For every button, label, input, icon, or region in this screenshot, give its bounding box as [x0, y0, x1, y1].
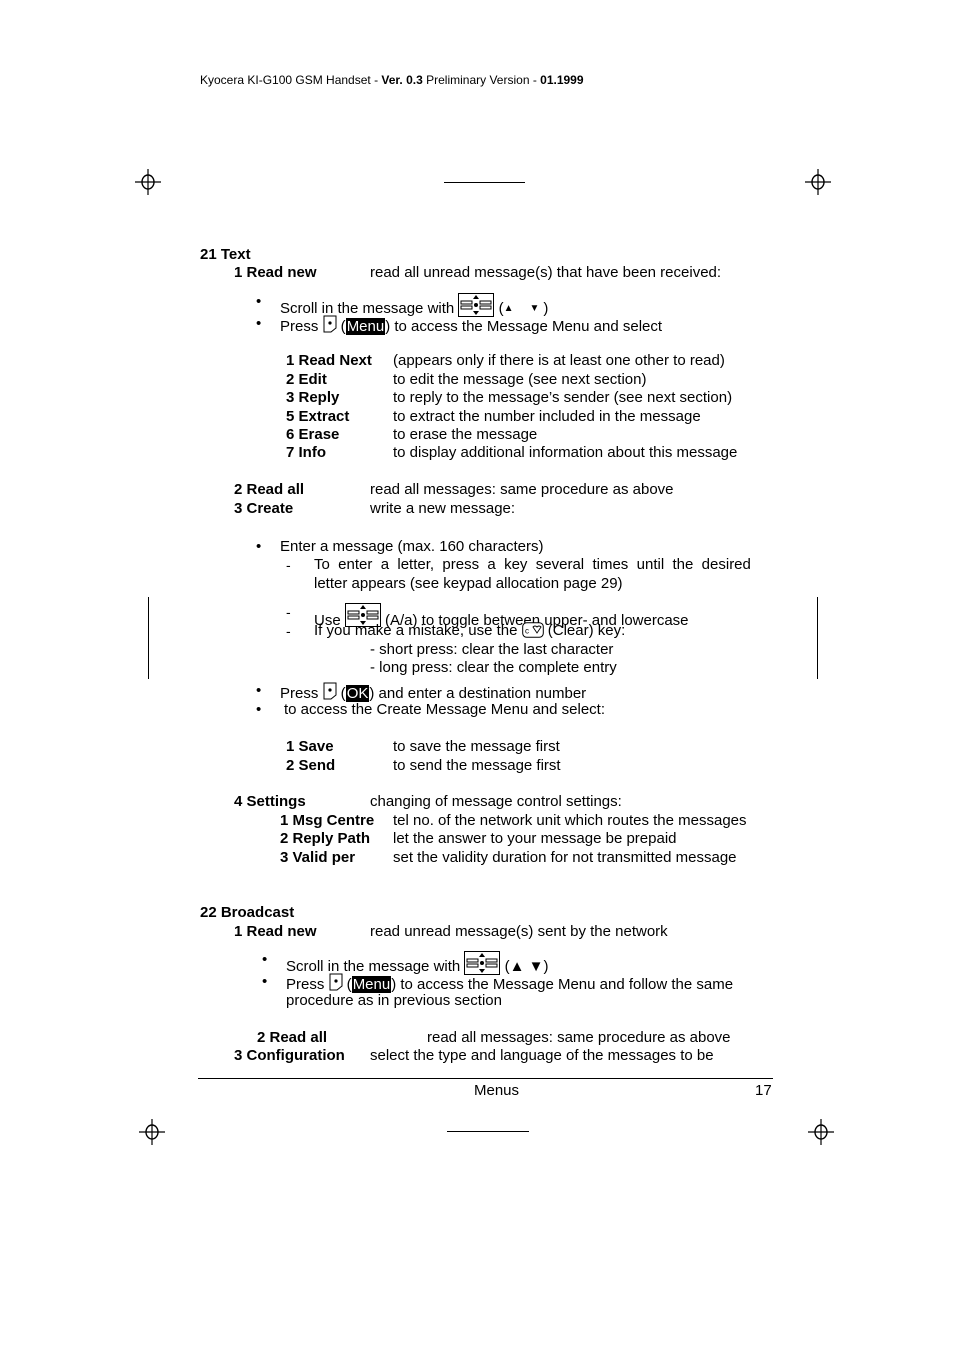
bullet: • [262, 973, 268, 990]
paren-open: ( [336, 318, 346, 335]
submenu-desc: to reply to the message’s sender (see ne… [393, 389, 733, 406]
press-menu-instruction: Press (Menu) to access the Message Menu … [286, 973, 733, 994]
item-label-settings: 4 Settings [234, 793, 306, 810]
item-desc-read-all: read all messages: same procedure as abo… [427, 1029, 731, 1046]
dash: - [286, 557, 291, 573]
submenu-label: 2 Edit [286, 371, 327, 388]
settings-desc: let the answer to your message be prepai… [393, 830, 677, 847]
registration-mark-icon [139, 1119, 165, 1145]
settings-desc: set the validity duration for not transm… [393, 849, 737, 866]
footer-rule [198, 1078, 773, 1079]
paren-open: ( [342, 976, 352, 993]
press-menu-text: ) to access the Message Menu and select [385, 318, 663, 335]
paren-open: ( [336, 685, 346, 702]
submenu-label: 3 Reply [286, 389, 340, 406]
arrow-up-icon: ▲ [503, 303, 514, 314]
settings-label: 2 Reply Path [280, 830, 371, 847]
soft-key-icon [323, 682, 337, 700]
navigation-key-icon [458, 293, 494, 317]
crop-mark-line [444, 182, 525, 183]
side-mark-left [148, 597, 149, 679]
item-label-read-all: 2 Read all [257, 1029, 328, 1046]
submenu-desc: (appears only if there is at least one o… [393, 352, 725, 369]
bullet: • [256, 315, 262, 332]
press-text: Press [280, 685, 323, 702]
submenu-label: 5 Extract [286, 408, 350, 425]
item-desc-read-new: read all unread message(s) that have bee… [370, 264, 722, 281]
header-middle: Preliminary Version - [422, 73, 541, 87]
header-date: 01.1999 [540, 73, 584, 87]
mistake-text: If you make a mistake, use the [314, 622, 522, 639]
item-label-read-new: 1 Read new [234, 264, 317, 281]
bullet: • [256, 538, 262, 555]
registration-mark-icon [135, 169, 161, 195]
header-version: Ver. 0.3 [381, 73, 423, 87]
press-ok-text: ) and enter a destination number [369, 685, 587, 702]
side-mark-right [817, 597, 818, 679]
clear-key-text: (Clear) key: [543, 622, 626, 639]
submenu-label: 1 Read Next [286, 352, 372, 369]
settings-label: 3 Valid per [280, 849, 356, 866]
item-desc-create: write a new message: [370, 500, 516, 517]
registration-mark-icon [808, 1119, 834, 1145]
settings-desc: tel no. of the network unit which routes… [393, 812, 747, 829]
item-desc-read-new: read unread message(s) sent by the netwo… [370, 923, 668, 940]
navigation-key-icon [464, 951, 500, 975]
submenu-desc: to edit the message (see next section) [393, 371, 647, 388]
footer-section: Menus [474, 1082, 520, 1099]
ok-key-label: OK [345, 685, 370, 702]
bullet: • [262, 951, 268, 968]
create-menu-text: to access the Create Message Menu and se… [284, 701, 606, 718]
submenu-label: 6 Erase [286, 426, 340, 443]
clear-key-icon [522, 622, 544, 638]
item-desc-settings: changing of message control settings: [370, 793, 622, 810]
soft-key-icon [329, 973, 343, 991]
submenu-desc: to extract the number included in the me… [393, 408, 701, 425]
dash: - [286, 604, 291, 620]
short-press-text: - short press: clear the last character [370, 641, 614, 658]
page-number: 17 [755, 1082, 772, 1099]
press-menu-text: ) to access the Message Menu and follow … [391, 976, 734, 993]
submenu-label: 1 Save [286, 738, 334, 755]
dash: - [286, 623, 291, 639]
enter-letter-text-2: letter appears (see keypad allocation pa… [314, 575, 623, 592]
menu-key-label: Menu [351, 976, 392, 993]
submenu-label: 2 Send [286, 757, 336, 774]
section-title-broadcast: 22 Broadcast [200, 904, 295, 921]
press-text: Press [280, 318, 323, 335]
section-title-text: 21 Text [200, 246, 251, 263]
crop-mark-line [447, 1131, 529, 1132]
item-desc-configuration: select the type and language of the mess… [370, 1047, 714, 1064]
procedure-text: procedure as in previous section [286, 992, 502, 1009]
enter-letter-text: To enter a letter, press a key several t… [314, 556, 751, 573]
bullet: • [256, 682, 262, 699]
menu-key-label: Menu [345, 318, 386, 335]
item-label-configuration: 3 Configuration [234, 1047, 345, 1064]
press-text: Press [286, 976, 329, 993]
item-label-create: 3 Create [234, 500, 294, 517]
clear-key-instruction: If you make a mistake, use the (Clear) k… [314, 622, 625, 640]
registration-mark-icon [805, 169, 831, 195]
submenu-desc: to send the message first [393, 757, 561, 774]
bullet: • [256, 293, 262, 310]
item-label-read-all: 2 Read all [234, 481, 305, 498]
enter-message-text: Enter a message (max. 160 characters) [280, 538, 544, 555]
soft-key-icon [323, 315, 337, 333]
submenu-desc: to display additional information about … [393, 444, 738, 461]
arrow-down-icon: ▼ [529, 303, 540, 314]
press-menu-instruction: Press (Menu) to access the Message Menu … [280, 315, 662, 336]
submenu-desc: to save the message first [393, 738, 560, 755]
item-label-read-new: 1 Read new [234, 923, 317, 940]
bullet: • [256, 701, 262, 718]
item-desc-read-all: read all messages: same procedure as abo… [370, 481, 674, 498]
header-product: Kyocera KI-G100 GSM Handset - [200, 73, 382, 87]
document-header: Kyocera KI-G100 GSM Handset - Ver. 0.3 P… [200, 73, 584, 87]
settings-label: 1 Msg Centre [280, 812, 375, 829]
submenu-desc: to erase the message [393, 426, 538, 443]
press-ok-instruction: Press (OK) and enter a destination numbe… [280, 682, 586, 703]
long-press-text: - long press: clear the complete entry [370, 659, 617, 676]
submenu-label: 7 Info [286, 444, 326, 461]
